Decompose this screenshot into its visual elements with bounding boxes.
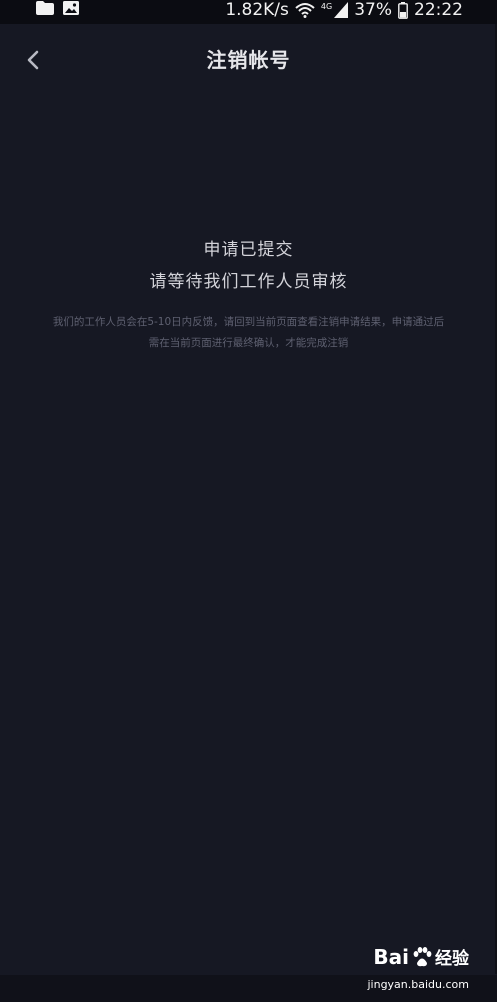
image-icon (63, 1, 79, 15)
network-speed: 1.82K/s (225, 0, 289, 20)
folder-icon (36, 1, 54, 15)
battery-icon (398, 1, 408, 19)
status-subheadline: 请等待我们工作人员审核 (149, 272, 348, 292)
screen: 1.82K/s 4G 37% 22:22 注销帐号 申请已提交 请等待我们工作人… (0, 0, 497, 1002)
description-line-2: 需在当前页面进行最终确认，才能完成注销 (148, 337, 349, 349)
network-type: 4G (320, 2, 333, 11)
status-bar: 1.82K/s 4G 37% 22:22 (0, 0, 497, 24)
battery-percent: 37% (354, 0, 392, 20)
watermark: Bai 经验 jingyan.baidu.com (349, 944, 469, 996)
status-left (36, 1, 79, 15)
status-right: 1.82K/s 4G 37% 22:22 (225, 0, 463, 20)
watermark-brand-suffix: 经验 (435, 949, 469, 969)
watermark-brand-prefix: Bai (373, 944, 409, 969)
description: 我们的工作人员会在5-10日内反馈，请回到当前页面查看注销申请结果，申请通过后 … (24, 312, 473, 354)
clock: 22:22 (414, 0, 463, 20)
signal-icon (334, 2, 349, 18)
paw-icon (413, 946, 432, 966)
wifi-icon (295, 3, 315, 18)
status-headline: 申请已提交 (203, 240, 294, 260)
page-title: 注销帐号 (206, 48, 291, 72)
description-line-1: 我们的工作人员会在5-10日内反馈，请回到当前页面查看注销申请结果，申请通过后 (52, 316, 445, 328)
title-bar: 注销帐号 (0, 24, 497, 96)
watermark-url: jingyan.baidu.com (367, 978, 469, 991)
watermark-logo: Bai 经验 (373, 944, 469, 970)
